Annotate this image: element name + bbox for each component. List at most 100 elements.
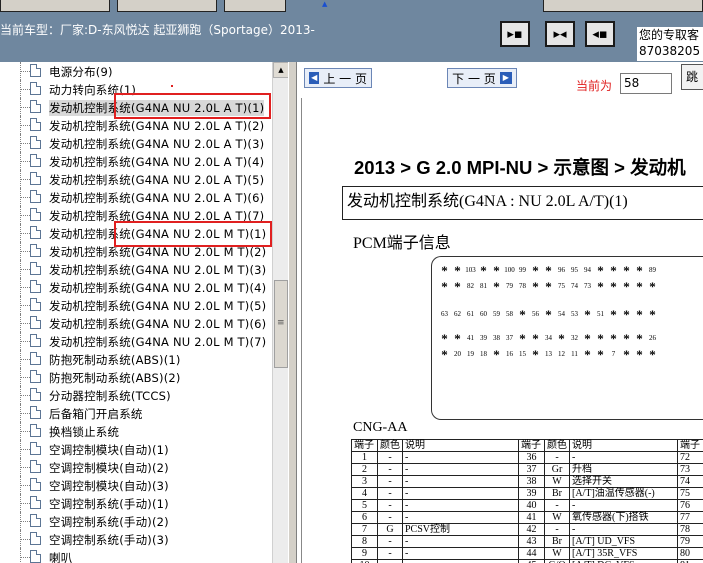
tree-item[interactable]: 发动机控制系统(G4NA NU 2.0L M T)(7) <box>0 332 272 350</box>
connector-pin: * <box>636 279 643 293</box>
tree-item-label: 防抱死制动系统(ABS)(1) <box>49 353 181 367</box>
tree-item[interactable]: 分动器控制系统(TCCS) <box>0 386 272 404</box>
contact-panel: 您的专取客 87038205 <box>637 27 703 61</box>
tree-connector <box>20 539 30 540</box>
table-cell: - <box>402 535 519 548</box>
table-cell: 41 <box>518 511 545 524</box>
table-cell: 78 <box>677 523 703 536</box>
tree-connector <box>20 323 30 324</box>
tree-item[interactable]: 发动机控制系统(G4NA NU 2.0L A T)(5) <box>0 170 272 188</box>
table-row: 10--45G/O[A/T] DC_VFS81 <box>351 559 703 563</box>
document-icon <box>30 478 41 491</box>
scroll-up-arrow-icon[interactable]: ▲ <box>273 62 289 78</box>
model-tree-panel: 电源分布(9) 动力转向系统(1) 发动机控制系统(G4NA NU 2.0L A T… <box>0 62 288 563</box>
connector-pin: 79 <box>506 282 513 290</box>
connector-pin-row: * * 82 81 * 79 78 * * 75 74 73 * * * * * <box>438 279 659 293</box>
tree-item-label: 空调控制模块(自动)(2) <box>49 461 169 475</box>
tree-item-label: 发动机控制系统(G4NA NU 2.0L M T)(5) <box>49 299 267 313</box>
tree-item[interactable]: 发动机控制系统(G4NA NU 2.0L M T)(6) <box>0 314 272 332</box>
pane-splitter[interactable] <box>288 62 297 563</box>
tree-item[interactable]: 发动机控制系统(G4NA NU 2.0L M T)(5) <box>0 296 272 314</box>
scroll-thumb[interactable]: ≡ <box>274 280 288 368</box>
table-cell: - <box>402 511 519 524</box>
document-icon <box>30 190 41 203</box>
arrows-inward-icon[interactable]: ▸◂ <box>545 21 575 47</box>
connector-pin: * <box>519 331 526 345</box>
table-cell: [A/T] DC_VFS <box>569 559 678 563</box>
connector-pin: 56 <box>532 310 539 318</box>
tree-item[interactable]: 电源分布(9) <box>0 62 272 80</box>
tree-connector <box>20 548 21 563</box>
table-cell: 42 <box>518 523 545 536</box>
connector-pin: 12 <box>558 350 565 358</box>
connector-pin: * <box>532 347 539 361</box>
tree-connector <box>20 431 30 432</box>
table-cell: - <box>402 451 519 464</box>
tree-item[interactable]: 喇叭 <box>0 548 272 563</box>
document-icon <box>30 514 41 527</box>
connector-pin: 26 <box>649 334 656 342</box>
connector-pin: * <box>610 263 617 277</box>
top-toolbar-button[interactable] <box>543 0 703 12</box>
table-cell: 7 <box>351 523 378 536</box>
connector-pin: 82 <box>467 282 474 290</box>
table-cell: 9 <box>351 547 378 560</box>
document-icon <box>30 262 41 275</box>
arrow-right-icon[interactable]: ▸▪ <box>500 21 530 47</box>
table-cell: 72 <box>677 451 703 464</box>
tree-item[interactable]: 发动机控制系统(G4NA NU 2.0L A T)(4) <box>0 152 272 170</box>
tree-item[interactable]: 后备箱门开启系统 <box>0 404 272 422</box>
next-page-button[interactable]: 下 一 页 ▶ <box>447 68 517 88</box>
table-cell: 5 <box>351 499 378 512</box>
table-cell: 36 <box>518 451 545 464</box>
top-toolbar-button[interactable] <box>117 0 217 12</box>
table-cell: Br <box>544 487 570 500</box>
connector-pin: 81 <box>480 282 487 290</box>
table-cell: - <box>544 499 570 512</box>
tree-connector <box>20 197 30 198</box>
tree-item[interactable]: 空调控制系统(手动)(1) <box>0 494 272 512</box>
connector-pin: * <box>532 331 539 345</box>
tree-item[interactable]: 空调控制模块(自动)(2) <box>0 458 272 476</box>
connector-pin-row: * * 41 39 38 37 * * 34 * 32 * * * * * 26 <box>438 331 659 345</box>
table-body: 1- -36- -72 2- -37 Gr 升档 73 3- -38 W 选择开关 74 4- -39 Br[… <box>351 451 703 563</box>
document-icon <box>30 82 41 95</box>
tree-scrollbar[interactable]: ▲ ≡ <box>272 62 289 563</box>
tree-item[interactable]: 发动机控制系统(G4NA NU 2.0L M T)(3) <box>0 260 272 278</box>
table-cell: 6 <box>351 511 378 524</box>
connector-pin: 96 <box>558 266 565 274</box>
document-icon <box>30 370 41 383</box>
tree-item[interactable]: 空调控制系统(手动)(3) <box>0 530 272 548</box>
top-toolbar-strip: ▲ <box>0 0 703 14</box>
connector-pin: 100 <box>504 266 515 274</box>
connector-pin: * <box>493 263 500 277</box>
tree-item[interactable]: 防抱死制动系统(ABS)(1) <box>0 350 272 368</box>
jump-button[interactable]: 跳 <box>681 64 703 90</box>
arrow-left-icon[interactable]: ◂▪ <box>585 21 615 47</box>
tree-item[interactable]: 空调控制模块(自动)(3) <box>0 476 272 494</box>
table-row: 7 G PCSV控制 42- -78 <box>351 523 703 536</box>
table-cell: PCSV控制 <box>402 523 519 536</box>
top-toolbar-button[interactable] <box>0 0 110 12</box>
top-toolbar-button[interactable] <box>224 0 286 12</box>
connector-pin: * <box>545 279 552 293</box>
tree-item[interactable]: 发动机控制系统(G4NA NU 2.0L A T)(6) <box>0 188 272 206</box>
connector-pin: * <box>493 347 500 361</box>
tree-item[interactable]: 空调控制模块(自动)(1) <box>0 440 272 458</box>
connector-pin: 59 <box>493 310 500 318</box>
tree-item-label: 发动机控制系统(G4NA NU 2.0L M T)(3) <box>49 263 267 277</box>
tree-item-label: 防抱死制动系统(ABS)(2) <box>49 371 181 385</box>
connector-pin: 95 <box>571 266 578 274</box>
page-number-input[interactable]: 58 <box>620 73 672 94</box>
tree-item[interactable]: 换档锁止系统 <box>0 422 272 440</box>
tree-item[interactable]: 空调控制系统(手动)(2) <box>0 512 272 530</box>
connector-pin: * <box>441 347 448 361</box>
prev-page-button[interactable]: ◀ 上 一 页 <box>304 68 372 88</box>
tree-item[interactable]: 发动机控制系统(G4NA NU 2.0L A T)(3) <box>0 134 272 152</box>
table-cell: 2 <box>351 463 378 476</box>
pcm-connector-diagram: * * 103 * * 100 99 * * 96 95 94 * * * * 89 * * 82 81 * 79 78 * * 7… <box>431 256 703 420</box>
tree-item[interactable]: 防抱死制动系统(ABS)(2) <box>0 368 272 386</box>
tree-item[interactable]: 发动机控制系统(G4NA NU 2.0L M T)(4) <box>0 278 272 296</box>
connector-pin: 19 <box>467 350 474 358</box>
document-icon <box>30 208 41 221</box>
